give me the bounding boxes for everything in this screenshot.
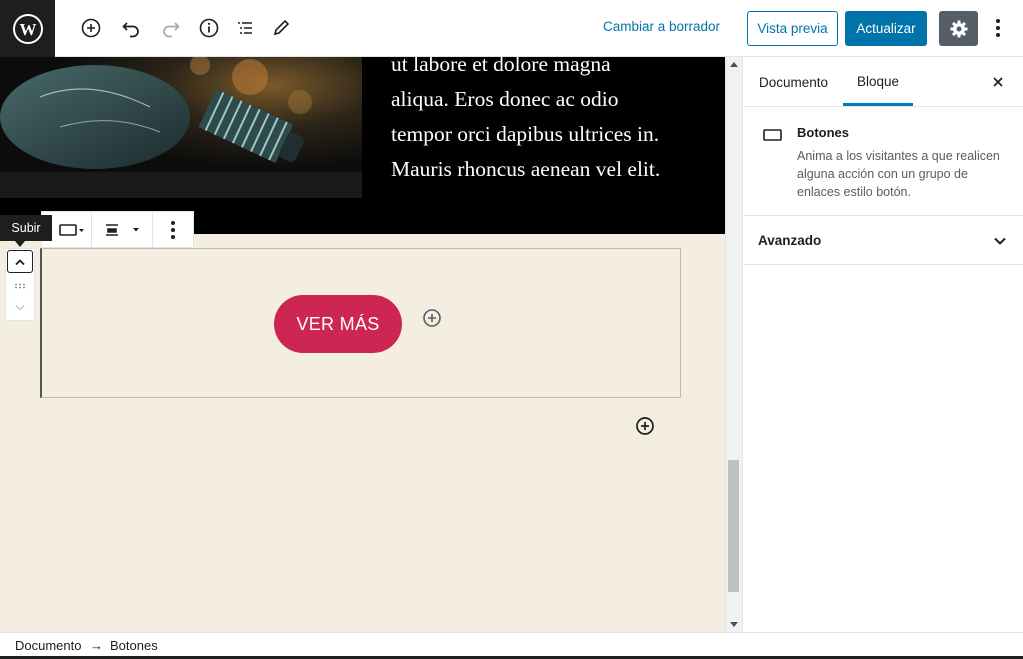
update-button[interactable]: Actualizar <box>845 11 927 46</box>
tab-bloque[interactable]: Bloque <box>843 57 914 106</box>
panel-title: Avanzado <box>758 233 822 248</box>
advanced-panel-toggle[interactable]: Avanzado <box>743 217 1023 265</box>
ver-mas-button[interactable]: VER MÁS <box>274 295 402 353</box>
buttons-block-icon <box>763 129 782 141</box>
chevron-up-icon <box>15 258 25 265</box>
info-icon <box>199 18 219 38</box>
move-down-button[interactable] <box>6 297 34 319</box>
block-toolbar <box>41 211 194 248</box>
editor-scrollbar[interactable] <box>725 57 742 632</box>
add-circle-icon <box>423 309 441 327</box>
tab-documento[interactable]: Documento <box>759 57 828 107</box>
buttons-block[interactable]: VER MÁS <box>40 248 681 398</box>
paragraph-line: ut labore et dolore magna <box>391 57 611 76</box>
settings-button[interactable] <box>939 11 978 46</box>
buttons-block-icon <box>58 223 84 236</box>
breadcrumb-separator: → <box>90 638 103 653</box>
settings-icon <box>950 20 967 37</box>
block-more-options-button[interactable] <box>153 212 193 247</box>
scrollbar-thumb[interactable] <box>728 460 739 592</box>
add-block-icon <box>81 18 101 38</box>
list-view-button[interactable] <box>231 14 259 42</box>
sidebar-tabs: Documento Bloque <box>743 57 1023 107</box>
chevron-down-icon <box>15 304 25 311</box>
block-card-description: Anima a los visitantes a que realicen al… <box>797 149 1000 199</box>
redo-icon <box>163 22 180 38</box>
close-sidebar-button[interactable] <box>988 72 1008 92</box>
tools-button[interactable] <box>267 14 295 42</box>
align-center-icon <box>106 223 139 236</box>
paragraph-block[interactable]: ut labore et dolore magna aliqua. Eros d… <box>391 57 711 187</box>
tooltip-arrow <box>15 241 25 247</box>
scroll-up-arrow-icon[interactable] <box>730 62 738 67</box>
more-vertical-icon <box>171 220 175 239</box>
wordpress-icon: W <box>12 13 43 44</box>
add-block-button[interactable] <box>77 14 105 42</box>
move-up-tooltip: Subir <box>0 215 52 241</box>
close-icon <box>993 77 1003 87</box>
drag-handle[interactable] <box>6 276 34 296</box>
scroll-down-arrow-icon[interactable] <box>730 622 738 627</box>
alignment-dropdown[interactable] <box>92 212 153 247</box>
preview-button[interactable]: Vista previa <box>747 11 838 46</box>
settings-sidebar: Documento Bloque Botones Anima a los vis… <box>742 57 1023 632</box>
lightbulb-image[interactable] <box>0 57 362 198</box>
move-up-button[interactable] <box>7 250 33 273</box>
undo-button[interactable] <box>117 14 145 42</box>
drag-handle-icon <box>15 283 25 289</box>
add-button-inline[interactable] <box>422 308 442 328</box>
block-card-title: Botones <box>797 125 849 140</box>
chevron-down-icon <box>994 237 1006 245</box>
add-block-inserter[interactable] <box>634 415 656 437</box>
list-view-icon <box>238 22 252 34</box>
wordpress-logo-button[interactable]: W <box>0 0 55 57</box>
paragraph-line: aliqua. Eros donec ac odio <box>391 87 619 111</box>
media-text-block[interactable]: ut labore et dolore magna aliqua. Eros d… <box>0 57 725 234</box>
block-breadcrumb: Documento → Botones <box>0 632 1023 659</box>
paragraph-line: tempor orci dapibus ultrices in. <box>391 122 660 146</box>
more-options-icon <box>996 19 1000 37</box>
info-button[interactable] <box>195 14 223 42</box>
more-options-button[interactable] <box>988 14 1008 42</box>
redo-button[interactable] <box>157 14 185 42</box>
block-mover <box>5 248 35 321</box>
svg-text:W: W <box>19 20 36 39</box>
switch-to-draft-button[interactable]: Cambiar a borrador <box>603 19 720 34</box>
editor-header: W Cambiar a borrador Vista previa Actual… <box>0 0 1023 57</box>
paragraph-line: Mauris rhoncus aenean vel elit. <box>391 157 661 181</box>
breadcrumb-documento[interactable]: Documento <box>15 638 81 653</box>
add-circle-icon <box>636 417 654 435</box>
undo-icon <box>122 22 139 38</box>
block-card: Botones Anima a los visitantes a que rea… <box>743 108 1023 216</box>
breadcrumb-botones[interactable]: Botones <box>110 638 158 653</box>
editor-canvas[interactable]: ut labore et dolore magna aliqua. Eros d… <box>0 57 725 632</box>
edit-tools-icon <box>273 19 290 36</box>
